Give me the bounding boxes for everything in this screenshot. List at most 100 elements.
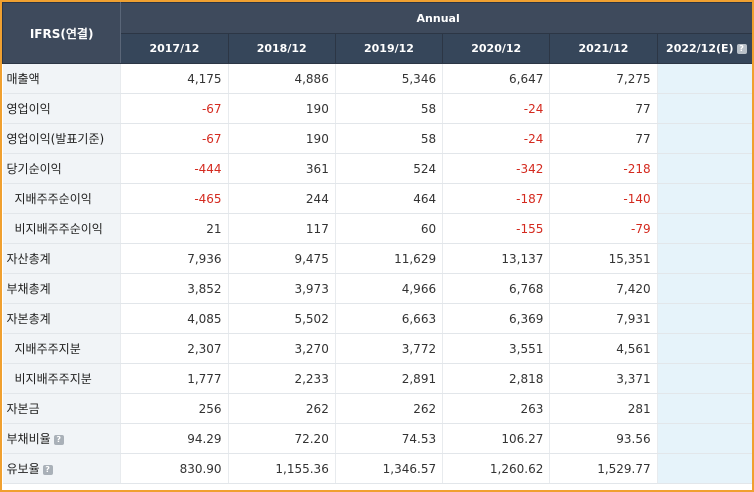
value-cell: 2,307 bbox=[120, 333, 229, 364]
value-cell: 15,351 bbox=[549, 243, 658, 274]
estimate-cell bbox=[657, 303, 752, 334]
value-cell: 7,275 bbox=[549, 63, 658, 94]
value-cell: 1,346.57 bbox=[335, 453, 444, 484]
value-cell: 263 bbox=[442, 393, 551, 424]
row-label: 비지배주주지분 bbox=[2, 363, 122, 394]
row-label: 영업이익 bbox=[2, 93, 122, 124]
value-cell: 72.20 bbox=[228, 423, 336, 454]
value-cell: -218 bbox=[549, 153, 658, 184]
value-cell: 74.53 bbox=[335, 423, 444, 454]
value-cell: -24 bbox=[442, 123, 551, 154]
financial-table-frame: IFRS(연결) Annual 2017/12 2018/12 2019/12 … bbox=[0, 0, 754, 492]
value-cell: 524 bbox=[335, 153, 444, 184]
estimate-cell bbox=[657, 333, 752, 364]
help-icon[interactable]: ? bbox=[42, 465, 53, 475]
value-cell: 281 bbox=[549, 393, 658, 424]
table-row: 매출액 4,175 4,886 5,346 6,647 7,275 bbox=[2, 63, 752, 94]
estimate-cell bbox=[657, 123, 752, 154]
estimate-year-header: 2022/12(E)? bbox=[656, 33, 752, 64]
value-cell: 3,852 bbox=[120, 273, 229, 304]
value-cell: 2,818 bbox=[442, 363, 551, 394]
row-label-text: 자본금 bbox=[6, 402, 40, 416]
value-cell: 13,137 bbox=[442, 243, 551, 274]
estimate-cell bbox=[657, 363, 752, 394]
value-cell: 2,233 bbox=[228, 363, 336, 394]
value-cell: 2,891 bbox=[335, 363, 444, 394]
value-cell: -140 bbox=[549, 183, 658, 214]
value-cell: -24 bbox=[442, 93, 551, 124]
row-label-text: 비지배주주지분 bbox=[14, 372, 92, 386]
value-cell: 4,561 bbox=[549, 333, 658, 364]
table-row: 자본금 256 262 262 263 281 bbox=[2, 393, 752, 424]
value-cell: 7,420 bbox=[549, 273, 658, 304]
value-cell: 3,551 bbox=[442, 333, 551, 364]
row-label-text: 영업이익 bbox=[6, 102, 51, 116]
value-cell: 5,502 bbox=[228, 303, 336, 334]
row-label: 부채비율? bbox=[2, 423, 122, 454]
estimate-cell bbox=[657, 93, 752, 124]
table-row: 유보율? 830.90 1,155.36 1,346.57 1,260.62 1,529.… bbox=[2, 453, 752, 484]
value-cell: 106.27 bbox=[442, 423, 551, 454]
estimate-cell bbox=[657, 453, 752, 484]
value-cell: 58 bbox=[335, 123, 444, 154]
value-cell: 6,663 bbox=[335, 303, 444, 334]
value-cell: 4,886 bbox=[228, 63, 336, 94]
annual-header: Annual bbox=[120, 2, 752, 34]
value-cell: 1,777 bbox=[120, 363, 229, 394]
table-row: 자산총계 7,936 9,475 11,629 13,137 15,351 bbox=[2, 243, 752, 274]
row-label: 비지배주주순이익 bbox=[2, 213, 122, 244]
estimate-cell bbox=[657, 63, 752, 94]
row-label-text: 부채총계 bbox=[6, 282, 51, 296]
value-cell: 77 bbox=[549, 93, 658, 124]
value-cell: 77 bbox=[549, 123, 658, 154]
value-cell: 3,973 bbox=[228, 273, 336, 304]
row-label: 매출액 bbox=[2, 63, 122, 94]
value-cell: 7,931 bbox=[549, 303, 658, 334]
value-cell: -67 bbox=[120, 93, 229, 124]
value-cell: 464 bbox=[335, 183, 444, 214]
help-icon[interactable]: ? bbox=[736, 44, 747, 54]
estimate-cell bbox=[657, 243, 752, 274]
value-cell: 93.56 bbox=[549, 423, 658, 454]
estimate-cell bbox=[657, 213, 752, 244]
value-cell: 11,629 bbox=[335, 243, 444, 274]
table-row: 자본총계 4,085 5,502 6,663 6,369 7,931 bbox=[2, 303, 752, 334]
value-cell: 1,155.36 bbox=[228, 453, 336, 484]
row-label: 자본금 bbox=[2, 393, 122, 424]
value-cell: 9,475 bbox=[228, 243, 336, 274]
value-cell: 117 bbox=[228, 213, 336, 244]
table-row: 부채비율? 94.29 72.20 74.53 106.27 93.56 bbox=[2, 423, 752, 454]
row-label-text: 지배주주지분 bbox=[14, 342, 81, 356]
value-cell: 4,966 bbox=[335, 273, 444, 304]
row-label-text: 자산총계 bbox=[6, 252, 51, 266]
value-cell: 190 bbox=[228, 123, 336, 154]
value-cell: 361 bbox=[228, 153, 336, 184]
estimate-cell bbox=[657, 183, 752, 214]
value-cell: 262 bbox=[335, 393, 444, 424]
value-cell: 7,936 bbox=[120, 243, 229, 274]
table-row: 지배주주순이익 -465 244 464 -187 -140 bbox=[2, 183, 752, 214]
row-label: 부채총계 bbox=[2, 273, 122, 304]
value-cell: 6,647 bbox=[442, 63, 551, 94]
table-row: 지배주주지분 2,307 3,270 3,772 3,551 4,561 bbox=[2, 333, 752, 364]
row-label: 자산총계 bbox=[2, 243, 122, 274]
value-cell: 244 bbox=[228, 183, 336, 214]
row-label-text: 당기순이익 bbox=[6, 162, 62, 176]
year-header: 2021/12 bbox=[549, 33, 658, 64]
table-row: 비지배주주순이익 21 117 60 -155 -79 bbox=[2, 213, 752, 244]
row-label-text: 매출액 bbox=[6, 72, 40, 86]
help-icon[interactable]: ? bbox=[53, 435, 64, 445]
row-label-text: 자본총계 bbox=[6, 312, 51, 326]
value-cell: 3,772 bbox=[335, 333, 444, 364]
row-label-text: 유보율 bbox=[6, 462, 40, 476]
row-label-text: 부채비율 bbox=[6, 432, 51, 446]
value-cell: -79 bbox=[549, 213, 658, 244]
year-header: 2018/12 bbox=[227, 33, 336, 64]
row-label: 지배주주지분 bbox=[2, 333, 122, 364]
row-label: 자본총계 bbox=[2, 303, 122, 334]
value-cell: 94.29 bbox=[120, 423, 229, 454]
row-label-text: 비지배주주순이익 bbox=[14, 222, 103, 236]
table-row: 비지배주주지분 1,777 2,233 2,891 2,818 3,371 bbox=[2, 363, 752, 394]
value-cell: -67 bbox=[120, 123, 229, 154]
table-row: 당기순이익 -444 361 524 -342 -218 bbox=[2, 153, 752, 184]
